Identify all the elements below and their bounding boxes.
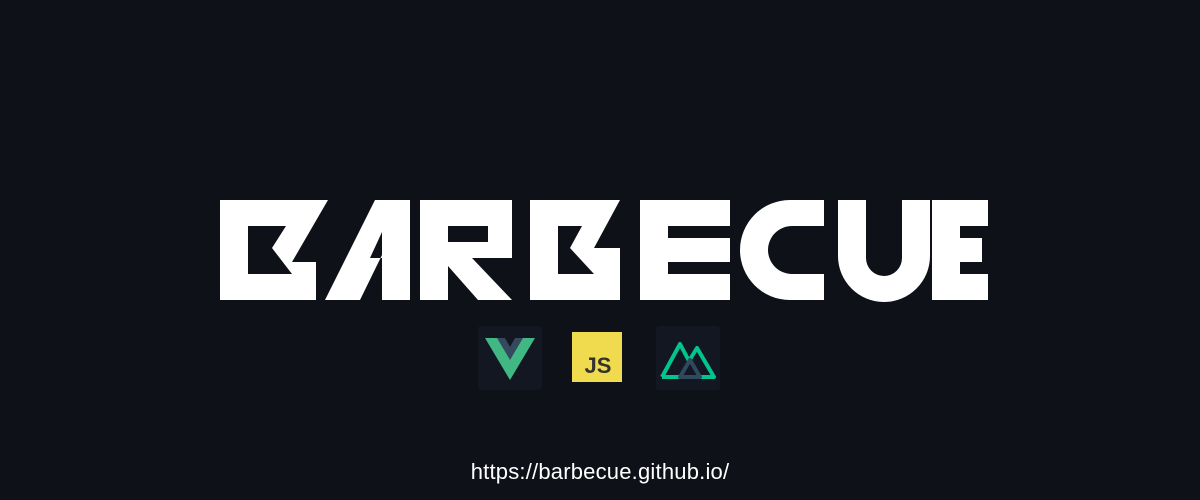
- tech-icon-row: JS: [478, 326, 720, 390]
- javascript-icon: JS: [566, 326, 630, 390]
- logo-letter-r: [420, 200, 512, 300]
- site-url: https://barbecue.github.io/: [470, 459, 730, 484]
- logo-letter-a: [325, 200, 410, 300]
- logo-letter-u: [838, 200, 930, 302]
- barbecue-wordmark-logo: [220, 200, 988, 302]
- nuxt-icon: [656, 326, 720, 390]
- logo-letter-c: [740, 200, 824, 300]
- logo-letter-b: [220, 200, 328, 300]
- vue-icon: [478, 326, 542, 390]
- javascript-icon-label: JS: [585, 353, 612, 378]
- logo-letter-e-2: [932, 200, 988, 300]
- logo-letter-e: [640, 200, 730, 300]
- logo-letter-b-2: [530, 200, 620, 300]
